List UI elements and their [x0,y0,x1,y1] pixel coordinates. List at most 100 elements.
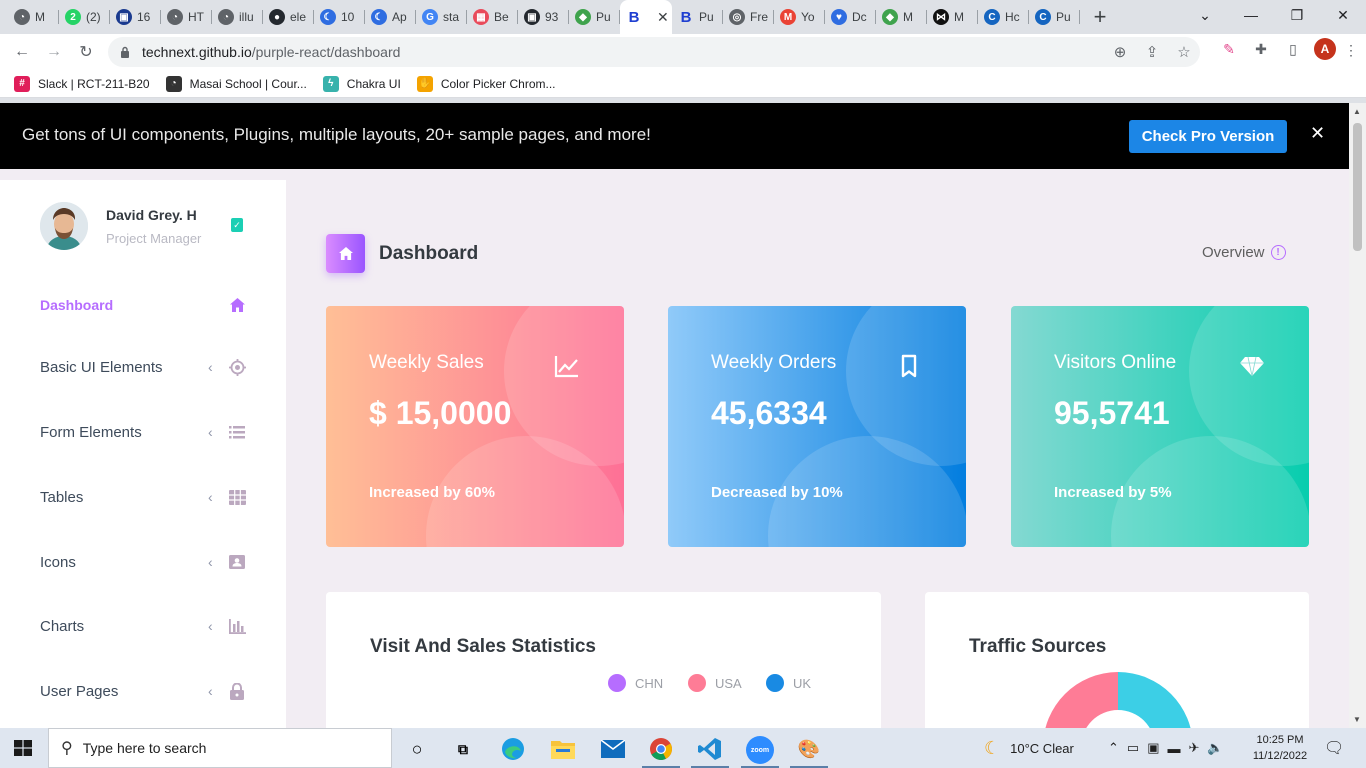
zoom-icon[interactable]: ⊕ [1104,43,1136,61]
bookmark-label: Masai School | Cour... [189,76,307,91]
card-subtitle: Decreased by 10% [711,484,843,501]
bookmark-item[interactable]: ✋ Color Picker Chrom... [416,75,556,92]
tab[interactable]: ◔ M [8,0,59,34]
tab-list: ◔ M 2 (2) ▣ 16 ◔ HT ◔ illu ● ele ☾ 10 ☾ Ap Gsta ▦ Be ▣ 93 ◆ Pu… [0,0,1080,34]
extensions-puzzle-icon[interactable]: ✚ [1250,38,1272,60]
tab[interactable]: ◔ illu [212,0,263,34]
volume-icon[interactable]: 🔈 [1207,740,1223,756]
sidebar-item-charts[interactable]: Charts ‹ [40,611,250,641]
tab-label: Dc [852,10,867,24]
legend-label: UK [793,675,812,691]
notification-icon[interactable]: 🗨 [1324,728,1344,768]
scrollbar-thumb[interactable] [1353,123,1362,251]
chrome-icon[interactable] [648,736,674,762]
cortana-icon[interactable]: ○ [404,736,430,762]
tab[interactable]: ⋈ M [927,0,978,34]
forward-icon[interactable]: → [38,36,70,68]
tab[interactable]: C Hc [978,0,1029,34]
bookmark-item[interactable]: ◔ Masai School | Cour... [165,75,307,92]
paint-icon[interactable]: 🎨 [796,736,822,762]
minimize-icon[interactable]: — [1228,0,1274,30]
monitor-icon[interactable]: ▣ [1147,740,1159,756]
tab[interactable]: ◆ M [876,0,927,34]
tab[interactable]: ● ele [263,0,314,34]
tab-label: M [954,10,964,24]
taskbar-search[interactable]: ⚲ Type here to search [48,728,392,768]
tab[interactable]: Gsta [416,0,467,34]
card-title: Visitors Online [1054,352,1177,373]
scroll-up-icon[interactable]: ▲ [1353,107,1361,116]
reload-icon[interactable]: ↻ [70,36,102,68]
legend-item: UK [766,674,811,692]
tab[interactable]: ▦ Be [467,0,518,34]
windows-start-icon[interactable] [14,740,32,756]
tab[interactable]: M Yo [774,0,825,34]
avatar[interactable] [40,202,88,250]
close-tab-icon[interactable]: ✕ [657,9,669,26]
airplane-icon[interactable]: ✈ [1189,740,1200,756]
sidebar-item-basic-ui-elements[interactable]: Basic UI Elements ‹ [40,352,250,382]
tab[interactable]: ◎ Fre [723,0,774,34]
bookmark-item[interactable]: # Slack | RCT-211-B20 [14,75,150,92]
tab[interactable]: C Pu [1029,0,1080,34]
page-viewport: Get tons of UI components, Plugins, mult… [0,103,1366,728]
bookmark-star-icon[interactable]: ☆ [1168,43,1200,61]
vscode-icon[interactable] [697,736,723,762]
share-icon[interactable]: ⇪ [1136,43,1168,61]
weather-widget[interactable]: ☾ 10°C Clear [984,728,1074,768]
tab[interactable]: ◔ HT [161,0,212,34]
file-explorer-icon[interactable] [550,736,576,762]
tab-active[interactable]: B ✕ [620,0,672,34]
tab-search-icon[interactable]: ⌄ [1182,0,1228,30]
profile-avatar[interactable]: A [1314,38,1336,60]
browser-menu-icon[interactable]: ⋮ [1344,42,1358,59]
tab-favicon-icon: ☾ [371,9,387,25]
battery-icon[interactable]: ▬ [1168,741,1181,756]
color-picker-extension-icon[interactable]: ✎ [1218,38,1240,60]
close-window-icon[interactable]: ✕ [1320,0,1366,30]
tab[interactable]: ☾ 10 [314,0,365,34]
bookmark-item[interactable]: ϟ Chakra UI [322,75,401,92]
new-tab-button[interactable]: + [1086,3,1114,31]
taskbar-clock[interactable]: 10:25 PM 11/12/2022 [1250,732,1310,764]
tab[interactable]: B Pu [672,0,723,34]
chevron-up-icon[interactable]: ⌃ [1108,740,1119,756]
weekly-orders-card: Weekly Orders 45,6334 Decreased by 10% [668,306,966,547]
sidebar-item-user-pages[interactable]: User Pages ‹ [40,676,250,706]
sidebar-item-tables[interactable]: Tables ‹ [40,482,250,512]
mail-icon[interactable] [600,736,626,762]
promo-close-icon[interactable]: ✕ [1310,123,1325,144]
zoom-app-icon[interactable]: zoom [746,736,774,764]
tab[interactable]: 2 (2) [59,0,110,34]
meet-now-icon[interactable]: ▭ [1127,740,1139,756]
sidebar-item-icons[interactable]: Icons ‹ [40,547,250,577]
sidebar-item-label: Dashboard [40,297,114,313]
bookmark-favicon-icon: # [14,75,30,92]
tab-favicon-icon: ▦ [473,9,489,25]
back-icon[interactable]: ← [6,36,38,68]
check-pro-version-button[interactable]: Check Pro Version [1129,120,1287,153]
restore-icon[interactable]: ❐ [1274,0,1320,30]
edge-icon[interactable] [500,736,526,762]
sidebar-item-form-elements[interactable]: Form Elements ‹ [40,417,250,447]
side-panel-icon[interactable]: ▯ [1282,38,1304,60]
address-bar[interactable]: technext.github.io/purple-react/dashboar… [108,37,1200,67]
scroll-down-icon[interactable]: ▼ [1353,715,1361,724]
tab-label: Ap [392,10,407,24]
task-view-icon[interactable]: ⧉ [450,736,476,762]
legend-item: USA [688,674,742,692]
tab[interactable]: ▣ 16 [110,0,161,34]
tab[interactable]: ♥ Dc [825,0,876,34]
windows-taskbar: ⚲ Type here to search ○ ⧉ zoom 🎨 ☾ 10°C … [0,728,1366,768]
url-host: technext.github.io [142,44,252,60]
tab[interactable]: ▣ 93 [518,0,569,34]
tab[interactable]: ☾ Ap [365,0,416,34]
overview-link[interactable]: Overview ! [1202,244,1286,261]
page-scrollbar[interactable]: ▲ ▼ [1349,103,1366,728]
promo-text: Get tons of UI components, Plugins, mult… [22,125,651,144]
tab-label: Fre [750,10,768,24]
tab[interactable]: ◆ Pu [569,0,620,34]
sidebar-item-label: User Pages [40,682,119,700]
sidebar-item-dashboard[interactable]: Dashboard [40,290,250,320]
tab-favicon-icon: G [422,9,438,25]
